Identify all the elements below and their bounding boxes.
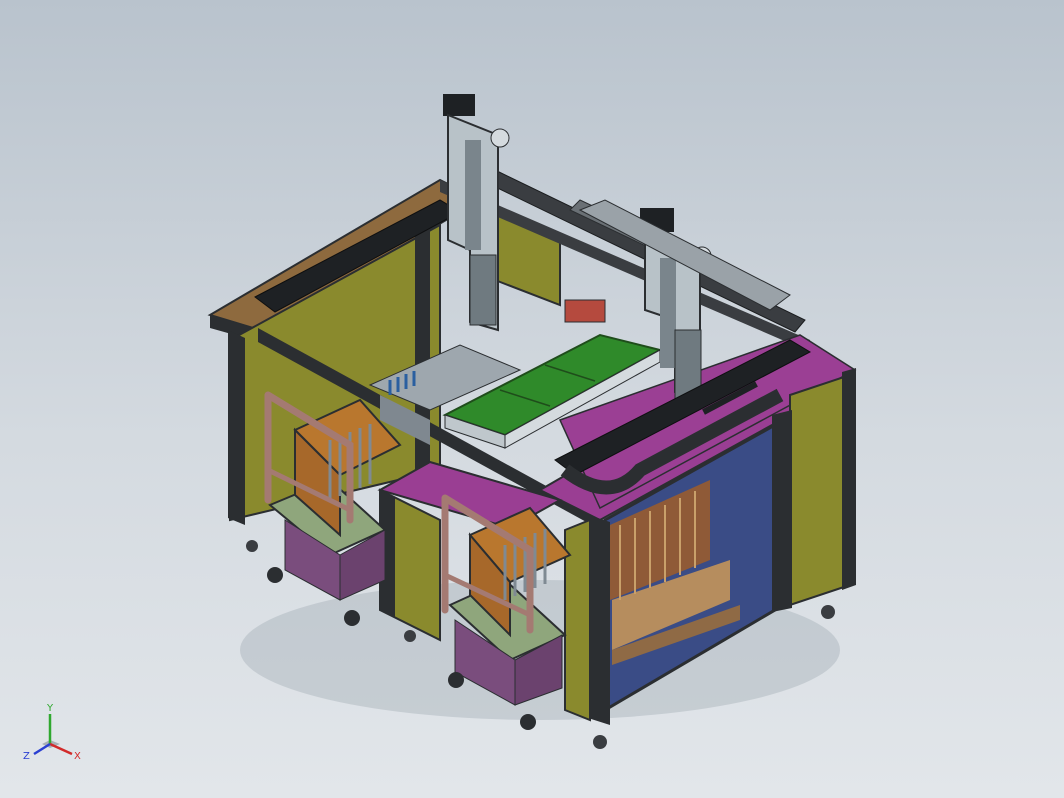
foot-mid [404, 630, 416, 642]
z1-pulley [490, 128, 510, 148]
z1-carriage [469, 254, 497, 326]
cabinet-column-mid [772, 410, 792, 612]
machine-assembly-model[interactable] [0, 0, 1064, 798]
z1-rail [465, 140, 481, 250]
left-column [228, 330, 245, 525]
axis-triad: Y X Z [23, 703, 81, 762]
left-trolley-wheel-front [267, 567, 283, 583]
cad-viewport[interactable]: Y X Z [0, 0, 1064, 798]
cabinet-left-panel [564, 518, 591, 722]
left-foot [246, 540, 258, 552]
left-trolley-wheel-back [344, 610, 360, 626]
right-trolley-wheel-front [448, 672, 464, 688]
triad-x-axis [49, 742, 73, 756]
cabinet-column-right [842, 368, 856, 590]
control-box [564, 299, 606, 323]
triad-z-label: Z [23, 751, 30, 762]
cabinet-right-panel [789, 373, 851, 607]
right-trolley-wheel-back [520, 714, 536, 730]
cabinet-column-front [588, 515, 610, 725]
triad-z-axis [33, 742, 51, 756]
foot-front-right [593, 735, 607, 749]
z2-rail [660, 258, 676, 368]
z1-motor [443, 94, 475, 116]
foot-right [821, 605, 835, 619]
triad-x-label: X [74, 751, 81, 762]
triad-y-label: Y [46, 703, 54, 714]
